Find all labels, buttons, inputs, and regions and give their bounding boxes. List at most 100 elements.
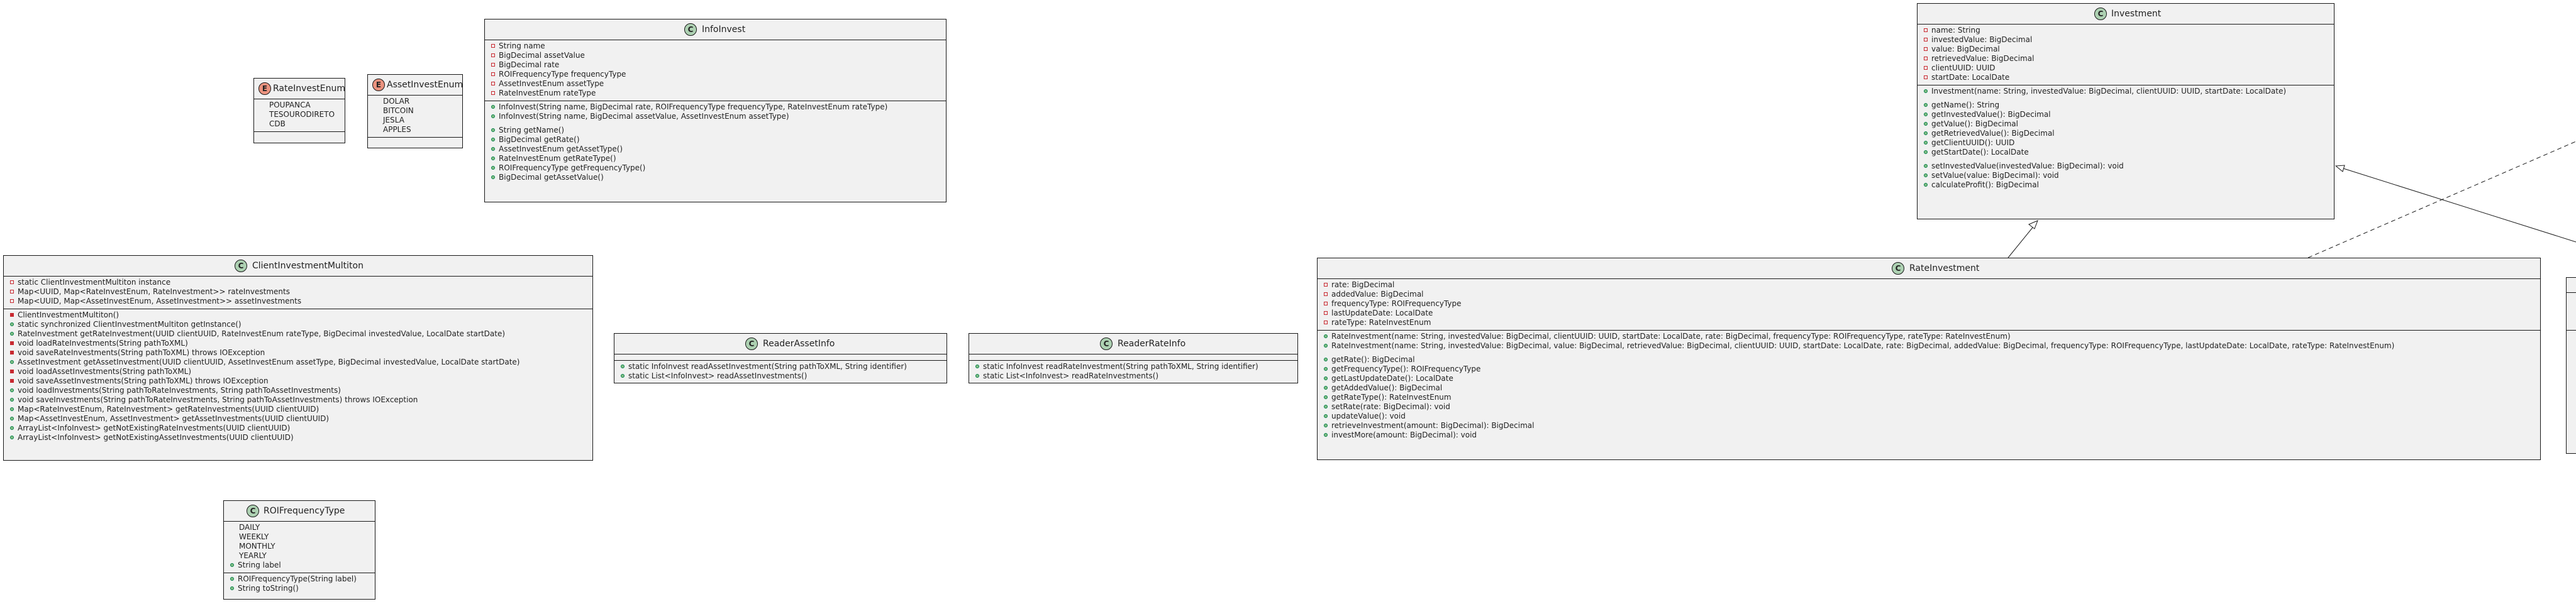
class-badge-icon: C [684, 23, 697, 36]
class-member: getFrequencyType(): ROIFrequencyType [1318, 365, 2540, 374]
class-roifrequencytype[interactable]: C ROIFrequencyType DAILY WEEKLY MONTHLY YEA… [223, 500, 375, 600]
enum-constant: TESOURODIRETO [254, 110, 345, 119]
class-readerassetinfo[interactable]: C ReaderAssetInfo static InfoInvest read… [614, 333, 947, 383]
public-visibility-icon [1924, 164, 1928, 168]
class-assetinvestenum[interactable]: E AssetInvestEnum DOLAR BITCOIN JESLA APPLE… [367, 74, 463, 148]
public-visibility-icon [10, 426, 14, 430]
public-visibility-icon [1924, 122, 1928, 126]
private-visibility-icon [491, 53, 495, 57]
class-infoinvest[interactable]: C InfoInvest String name BigDecimal asset… [484, 19, 947, 202]
class-member: void saveAssetInvestments(String pathToX… [4, 376, 592, 386]
class-investment[interactable]: C Investment name: String investedValue: … [1917, 3, 2334, 219]
private-visibility-icon [491, 44, 495, 48]
class-member: ClientInvestmentMultiton() [4, 310, 592, 320]
public-visibility-icon [491, 138, 495, 141]
public-visibility-icon [491, 147, 495, 151]
public-visibility-icon [1324, 376, 1328, 380]
inheritance-arrowhead [2334, 165, 2345, 172]
class-name: ReaderAssetInfo [763, 339, 835, 349]
class-member: updateValue(): void [1318, 412, 2540, 421]
class-section [254, 132, 345, 138]
private-visibility-icon [10, 290, 14, 294]
class-section: DOLAR BITCOIN JESLA APPLES [368, 96, 462, 138]
member-text: getInvestedValue(): BigDecimal [1931, 110, 2051, 119]
class-rateinvestment[interactable]: C RateInvestment rate: BigDecimal addedVa… [1317, 258, 2541, 460]
class-member: Map<RateInvestEnum, RateInvestment> getR… [4, 405, 592, 414]
member-text: calculateProfit(): BigDecimal [1931, 180, 2039, 189]
class-readerrateinfo[interactable]: C ReaderRateInfo static InfoInvest readR… [969, 333, 1298, 383]
class-member: ArrayList<InfoInvest> getNotExistingRate… [4, 424, 592, 433]
private-visibility-icon [1924, 66, 1928, 70]
member-text: YEARLY [239, 551, 267, 560]
class-badge-icon: C [247, 505, 259, 517]
class-badge-icon: C [1892, 262, 1904, 275]
class-member: static ClientInvestmentMultiton instance [4, 278, 592, 287]
class-member: addedValue: BigDecimal [1318, 290, 2540, 299]
public-visibility-icon [1924, 113, 1928, 116]
public-visibility-icon [1324, 344, 1328, 348]
member-text: ArrayList<InfoInvest> getNotExistingAsse… [18, 433, 294, 442]
member-text: static InfoInvest readAssetInvestment(St… [628, 362, 907, 371]
class-member: Map<UUID, Map<RateInvestEnum, RateInvest… [4, 287, 592, 297]
class-member: getRetrievedValue(): BigDecimal [1918, 129, 2334, 138]
class-name: AssetInvestEnum [387, 80, 464, 90]
private-visibility-icon [10, 341, 14, 345]
member-text: JESLA [383, 116, 404, 124]
inheritance-arrowhead [2028, 220, 2038, 229]
member-text: CDB [269, 119, 286, 128]
member-text: DOLAR [383, 97, 410, 106]
member-text: getStartDate(): LocalDate [1931, 148, 2029, 156]
member-text: RateInvestEnum rateType [499, 89, 596, 97]
member-text: static List<InfoInvest> readAssetInvestm… [628, 371, 808, 380]
class-member: Map<UUID, Map<AssetInvestEnum, AssetInve… [4, 297, 592, 306]
enum-constant: POUPANCA [254, 101, 345, 110]
private-visibility-icon [10, 280, 14, 284]
class-badge-icon: C [235, 260, 247, 272]
class-rateinvestenum[interactable]: E RateInvestEnum POUPANCA TESOURODIRETO CD… [253, 78, 345, 143]
public-visibility-icon [1924, 141, 1928, 145]
class-member: void saveRateInvestments(String pathToXM… [4, 348, 592, 358]
class-member: InfoInvest(String name, BigDecimal asset… [485, 112, 946, 121]
public-visibility-icon [10, 322, 14, 326]
class-member: String toString() [224, 584, 375, 593]
public-visibility-icon [621, 374, 625, 378]
inheritance-line-offscreen [2343, 168, 2576, 243]
member-text: investMore(amount: BigDecimal): void [1331, 431, 1477, 439]
public-visibility-icon [491, 175, 495, 179]
enum-constant: DOLAR [368, 97, 462, 106]
member-text: name: String [1931, 26, 1980, 35]
member-text: retrieveInvestment(amount: BigDecimal): … [1331, 421, 1535, 430]
member-text: BITCOIN [383, 106, 414, 115]
class-member: getAddedValue(): BigDecimal [1318, 383, 2540, 393]
class-section: static InfoInvest readAssetInvestment(St… [614, 361, 947, 383]
enum-constant: YEARLY [224, 551, 375, 561]
class-section: static ClientInvestmentMultiton instance… [4, 277, 592, 309]
public-visibility-icon [1324, 424, 1328, 427]
class-member: getStartDate(): LocalDate [1918, 148, 2334, 157]
member-text: getName(): String [1931, 101, 2000, 109]
public-visibility-icon [1924, 131, 1928, 135]
member-text: setInvestedValue(investedValue: BigDecim… [1931, 162, 2124, 170]
class-member: BigDecimal rate [485, 60, 946, 70]
member-text: String getName() [499, 126, 565, 135]
public-visibility-icon [491, 114, 495, 118]
member-text: Map<RateInvestEnum, RateInvestment> getR… [18, 405, 319, 414]
class-badge-icon: C [2094, 8, 2107, 20]
class-clientinvestmentmultiton[interactable]: C ClientInvestmentMultiton static Client… [3, 255, 593, 461]
public-visibility-icon [1924, 183, 1928, 187]
class-member: retrievedValue: BigDecimal [1918, 54, 2334, 63]
member-text: RateInvestEnum getRateType() [499, 154, 616, 163]
member-text: BigDecimal getRate() [499, 135, 580, 144]
class-member: rate: BigDecimal [1318, 280, 2540, 290]
class-member: ArrayList<InfoInvest> getNotExistingAsse… [4, 433, 592, 442]
member-text: ROIFrequencyType getFrequencyType() [499, 163, 646, 172]
class-member: String name [485, 41, 946, 51]
class-member: getValue(): BigDecimal [1918, 119, 2334, 129]
private-visibility-icon [1324, 321, 1328, 324]
private-visibility-icon [1324, 292, 1328, 296]
public-visibility-icon [230, 577, 234, 581]
class-member: name: String [1918, 26, 2334, 35]
public-visibility-icon [10, 398, 14, 402]
public-visibility-icon [10, 360, 14, 364]
private-visibility-icon [10, 379, 14, 383]
